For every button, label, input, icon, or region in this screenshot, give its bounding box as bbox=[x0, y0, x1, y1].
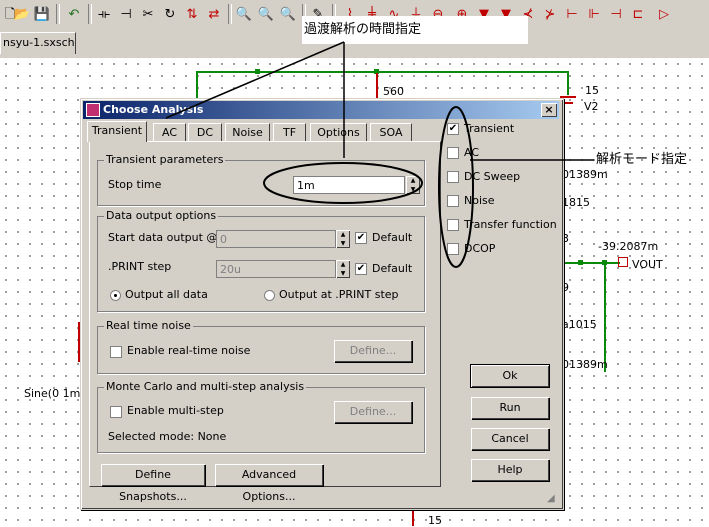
annotation-lines bbox=[165, 41, 594, 268]
annotation-ellipse-modes bbox=[438, 106, 474, 268]
annotation-ellipse-stop-time bbox=[263, 162, 423, 204]
tab-transient[interactable]: Transient bbox=[87, 121, 147, 142]
annotation-line bbox=[165, 41, 345, 119]
